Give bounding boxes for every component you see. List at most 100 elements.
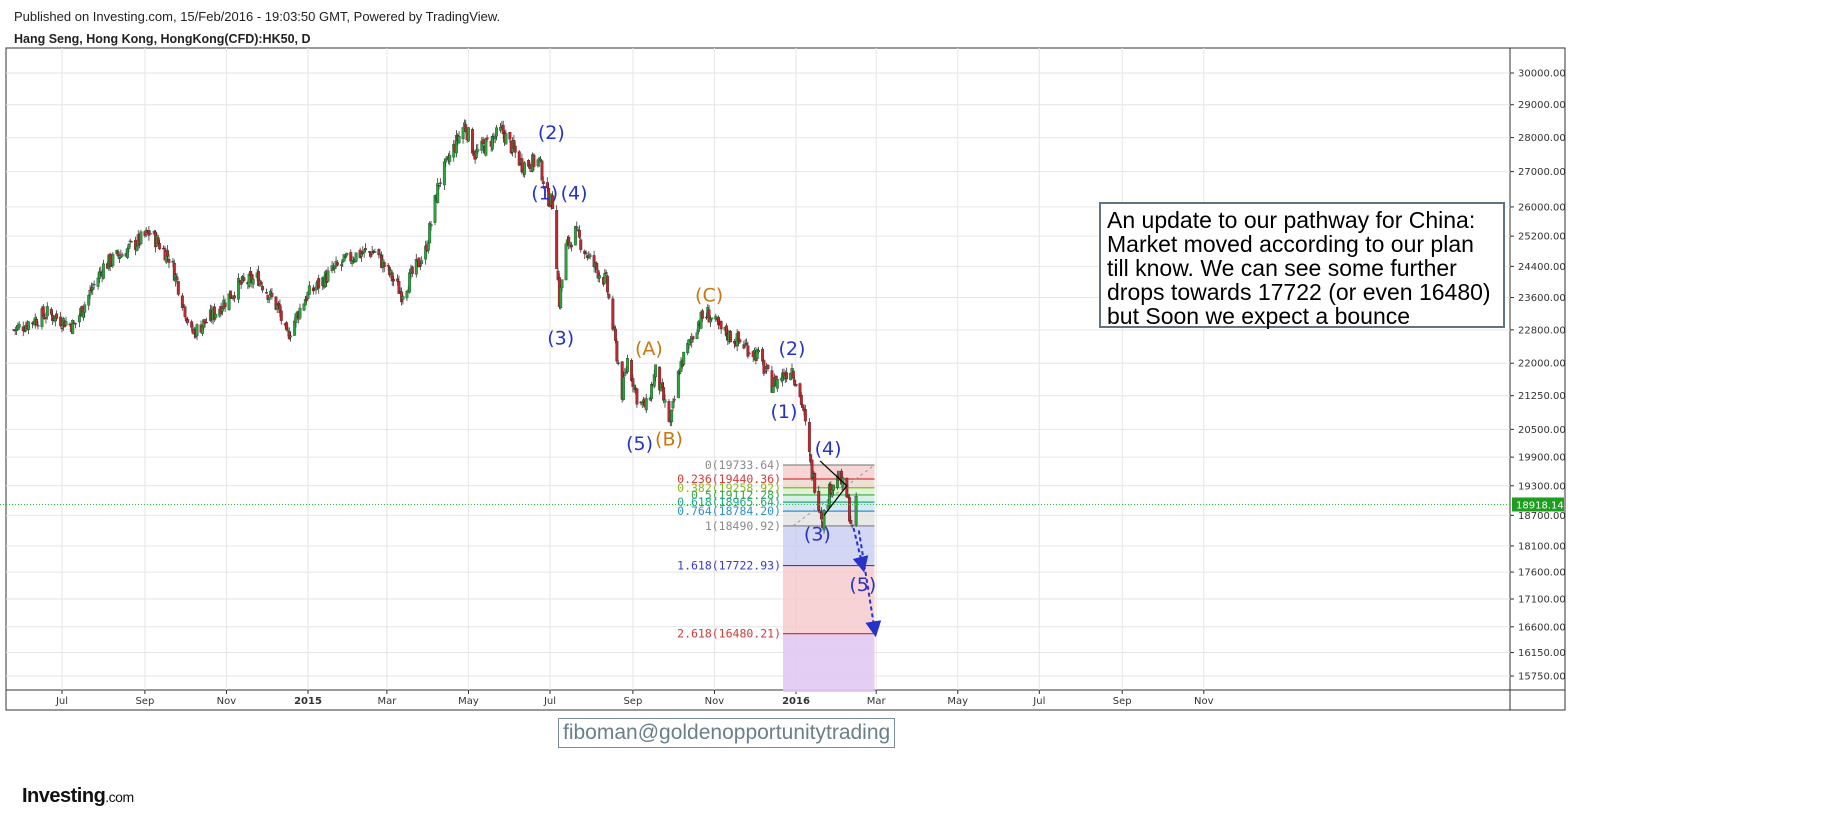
logo-main: Investing bbox=[22, 785, 106, 807]
candle-body bbox=[289, 335, 293, 338]
candle-body bbox=[491, 136, 494, 150]
candle-body bbox=[111, 253, 115, 266]
candle-body bbox=[607, 293, 611, 299]
candle-body bbox=[612, 326, 616, 329]
candle-body bbox=[757, 350, 761, 353]
candle-body bbox=[285, 322, 289, 331]
y-tick-label: 17100.00 bbox=[1518, 595, 1566, 606]
price-chart[interactable]: 30000.00 29000.00 28000.00 27000.00 26000.00… bbox=[0, 0, 1847, 839]
candle-body bbox=[378, 253, 382, 256]
candle-body bbox=[392, 279, 396, 282]
candle-body bbox=[286, 330, 290, 332]
candle-body bbox=[176, 281, 180, 295]
y-tick-label: 20500.00 bbox=[1518, 425, 1566, 436]
candle-body bbox=[676, 370, 680, 399]
candle-body bbox=[307, 285, 311, 295]
candle-body bbox=[654, 364, 658, 378]
y-tick-label: 16150.00 bbox=[1518, 648, 1566, 659]
candle-body bbox=[229, 290, 232, 299]
candle-body bbox=[464, 124, 468, 132]
candle-body bbox=[77, 315, 81, 323]
y-tick-label: 29000.00 bbox=[1518, 100, 1566, 111]
candle-body bbox=[233, 295, 236, 299]
candle-body bbox=[471, 129, 474, 154]
y-tick-label: 25200.00 bbox=[1518, 232, 1566, 243]
candle-body bbox=[445, 156, 449, 158]
candle-body bbox=[279, 310, 283, 321]
candle-body bbox=[623, 372, 627, 376]
candle-body bbox=[850, 524, 854, 527]
candle-body bbox=[539, 158, 543, 161]
x-tick-label: Jul bbox=[543, 696, 556, 707]
candle-body bbox=[644, 398, 648, 411]
candle-body bbox=[671, 401, 675, 409]
y-tick-label: 18100.00 bbox=[1518, 541, 1566, 552]
candle-body bbox=[204, 321, 208, 324]
wave-label: (5) bbox=[849, 574, 876, 596]
candle-body bbox=[182, 304, 186, 306]
candle-body bbox=[190, 321, 194, 328]
current-price-label: 18918.14 bbox=[1516, 500, 1564, 511]
candle-body bbox=[663, 399, 667, 403]
candle-body bbox=[251, 278, 255, 285]
candle-body bbox=[700, 310, 704, 319]
candle-body bbox=[481, 139, 485, 145]
candle-body bbox=[476, 149, 480, 152]
candle-body bbox=[92, 283, 96, 286]
candle-body bbox=[577, 229, 581, 238]
candle-body bbox=[195, 324, 199, 337]
candle-body bbox=[775, 379, 779, 389]
candle-body bbox=[831, 484, 835, 491]
fib-level-label: 0.764(18784.20) bbox=[677, 504, 781, 518]
y-tick-label: 18700.00 bbox=[1518, 511, 1566, 522]
wave-label: (4) bbox=[815, 438, 842, 460]
candle-body bbox=[818, 510, 822, 513]
candle-body bbox=[343, 256, 347, 258]
candle-body bbox=[650, 384, 654, 400]
candle-body bbox=[513, 145, 517, 153]
candle-body bbox=[156, 237, 160, 244]
candle-body bbox=[247, 273, 251, 287]
candle-body bbox=[738, 339, 742, 343]
candle-body bbox=[81, 311, 85, 318]
y-tick-label: 30000.00 bbox=[1518, 69, 1566, 80]
candle-body bbox=[147, 230, 151, 236]
candle-body bbox=[83, 304, 87, 313]
candle-body bbox=[314, 286, 318, 291]
y-tick-label: 22800.00 bbox=[1518, 325, 1566, 336]
candle-body bbox=[785, 372, 789, 380]
candle-body bbox=[436, 183, 440, 203]
x-tick-label: Jul bbox=[55, 696, 68, 707]
candle-body bbox=[298, 307, 302, 319]
y-tick-label: 22000.00 bbox=[1518, 359, 1566, 370]
y-tick-label: 19900.00 bbox=[1518, 453, 1566, 464]
candle-body bbox=[183, 306, 187, 317]
candle-body bbox=[49, 308, 53, 315]
wave-label: (4) bbox=[561, 183, 588, 205]
analysis-note: An update to our pathway for China: Mark… bbox=[1099, 202, 1505, 328]
candle-body bbox=[135, 246, 139, 251]
wave-label: (C) bbox=[695, 285, 723, 307]
candle-body bbox=[55, 313, 59, 319]
candle-body bbox=[729, 331, 732, 343]
candle-body bbox=[186, 319, 190, 323]
candle-body bbox=[614, 328, 617, 341]
candle-body bbox=[817, 490, 821, 511]
candle-body bbox=[429, 224, 433, 227]
candle-body bbox=[101, 263, 105, 279]
y-tick-label: 21250.00 bbox=[1518, 391, 1566, 402]
candle-body bbox=[45, 306, 49, 317]
x-tick-label: Nov bbox=[1194, 696, 1214, 707]
fibonacci-retracement: 0(19733.64)0.236(19440.36)0.382(19258.92… bbox=[677, 458, 875, 692]
candle-body bbox=[116, 251, 120, 257]
candle-body bbox=[242, 277, 246, 281]
candle-body bbox=[798, 383, 802, 397]
wave-label: (A) bbox=[635, 338, 663, 360]
candle-body bbox=[270, 292, 274, 297]
candle-body bbox=[682, 351, 686, 365]
candle-body bbox=[670, 409, 674, 423]
candle-body bbox=[495, 127, 498, 137]
candle-body bbox=[126, 248, 129, 258]
candle-body bbox=[763, 370, 767, 373]
candle-body bbox=[691, 336, 695, 340]
